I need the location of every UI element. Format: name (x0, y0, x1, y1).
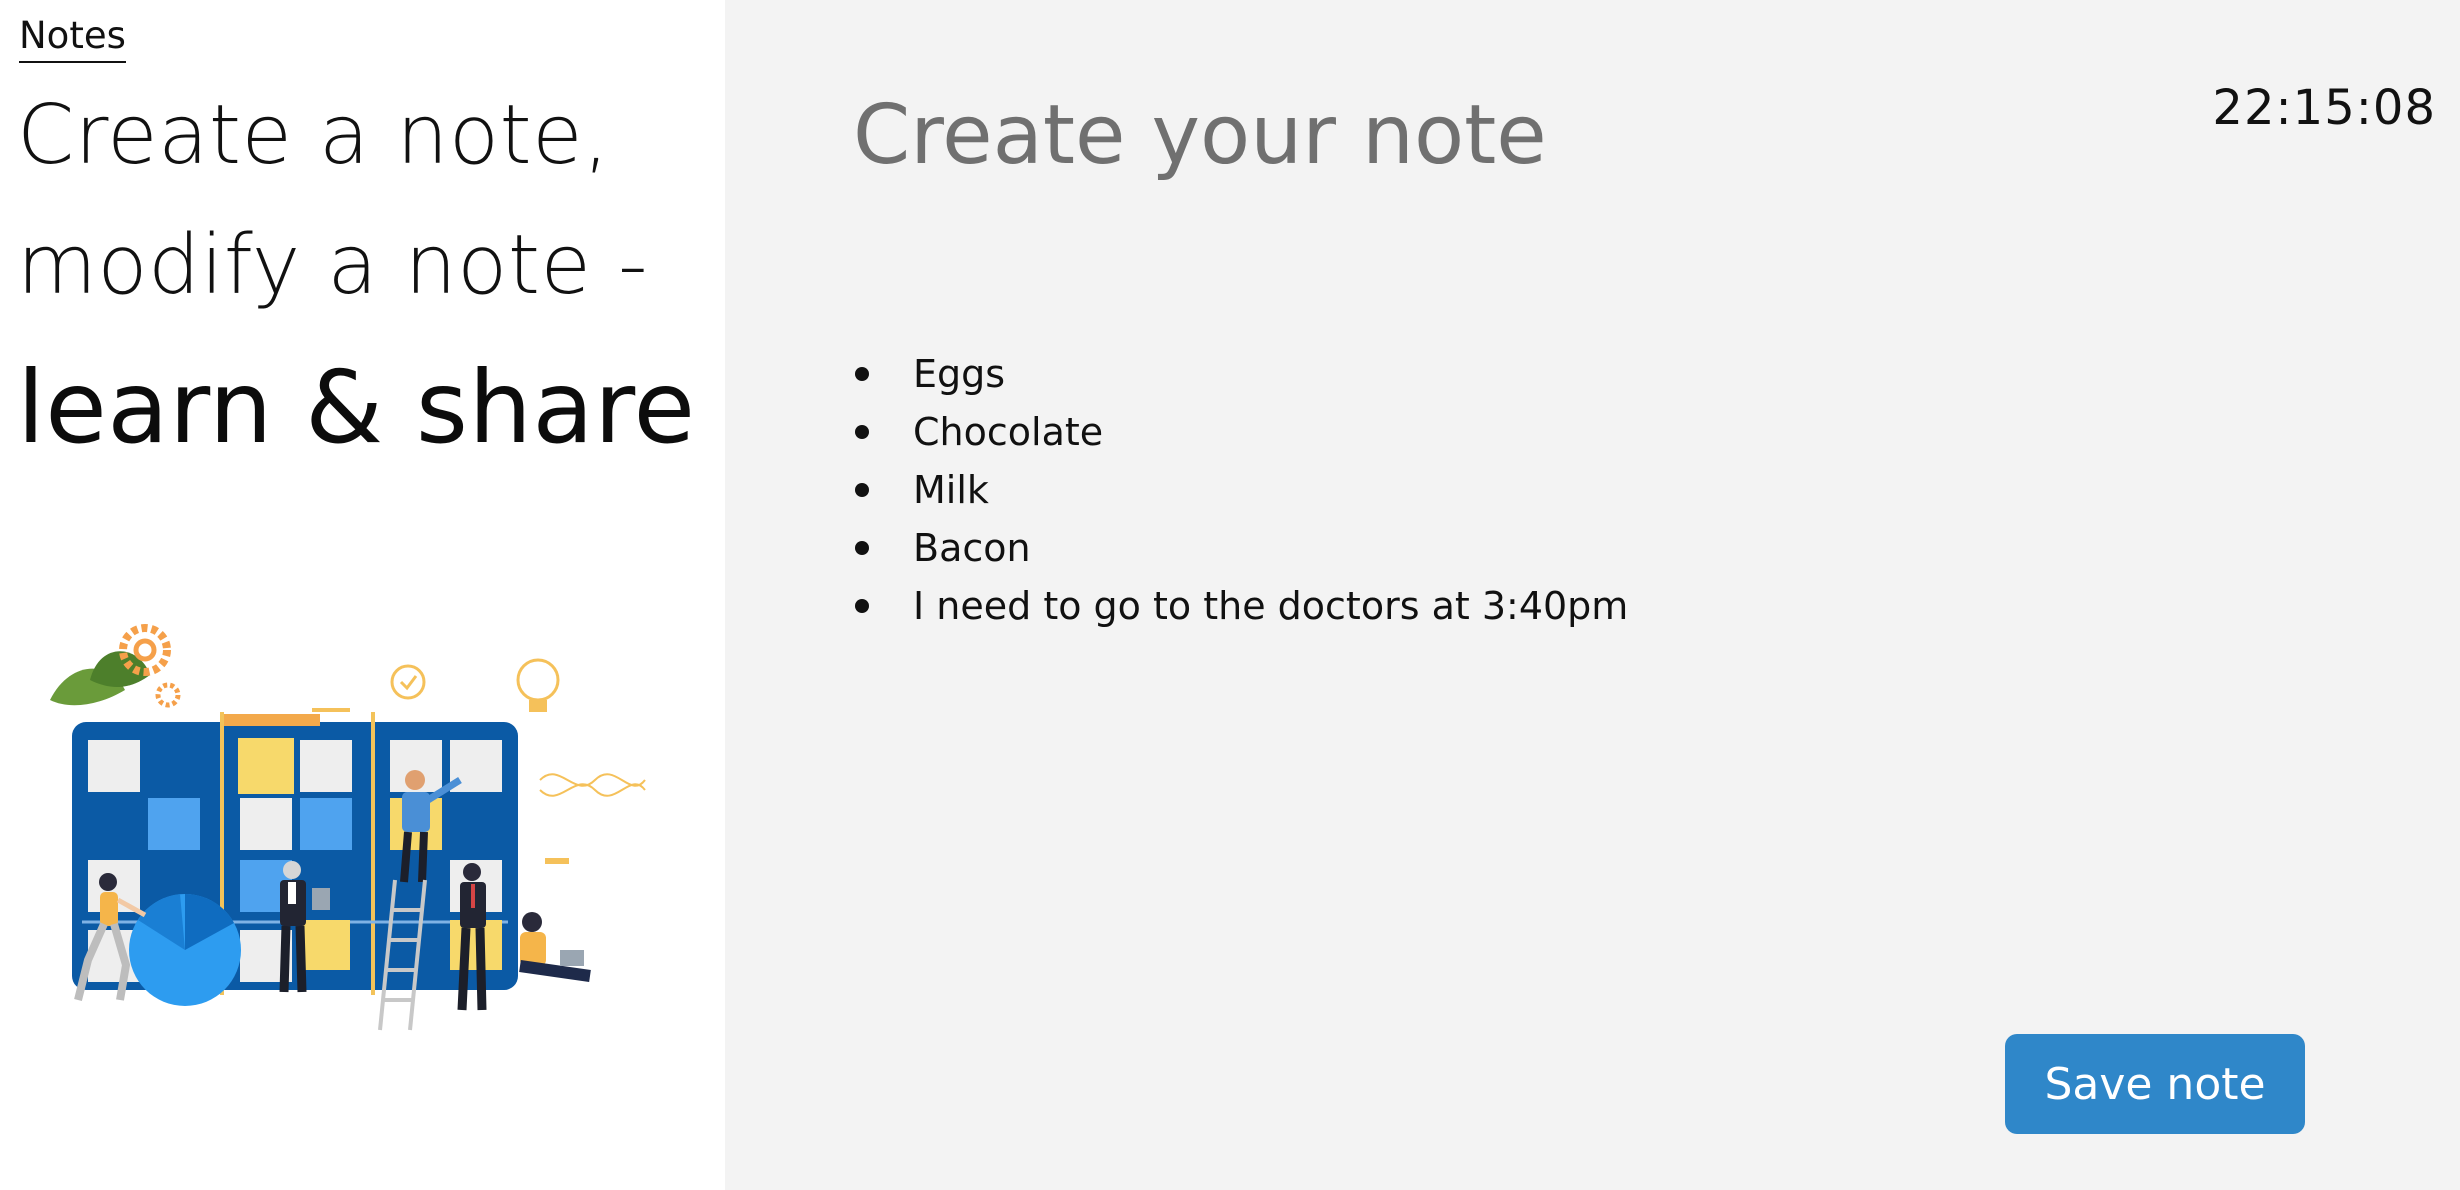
bullet-icon (855, 483, 869, 497)
list-item-text: I need to go to the doctors at 3:40pm (913, 584, 1629, 628)
bullet-icon (855, 425, 869, 439)
hero-line-create: Create a note, (17, 88, 610, 183)
hero-line-modify: modify a note - (17, 218, 649, 313)
hero-line-learn-share: learn & share (17, 349, 696, 466)
bullet-icon (855, 367, 869, 381)
bullet-icon (855, 599, 869, 613)
wave-decoration (539, 773, 646, 787)
list-item-text: Eggs (913, 352, 1006, 396)
intro-panel: Notes Create a note, modify a note - lea… (0, 0, 725, 1190)
notes-nav-link[interactable]: Notes (19, 15, 126, 63)
list-item-text: Bacon (913, 526, 1031, 570)
list-item[interactable]: Milk (853, 461, 1628, 519)
list-item[interactable]: Chocolate (853, 403, 1628, 461)
list-item[interactable]: I need to go to the doctors at 3:40pm (853, 577, 1628, 635)
pie-chart-prop (129, 894, 241, 1006)
list-item-text: Milk (913, 468, 989, 512)
note-editor-panel: 22:15:08 Create your note Eggs Chocolate… (725, 0, 2460, 1190)
leaf-icon (50, 651, 150, 706)
bullet-icon (855, 541, 869, 555)
clock-icon (390, 664, 426, 700)
lightbulb-icon (516, 658, 560, 712)
app-root: Notes Create a note, modify a note - lea… (0, 0, 2460, 1190)
list-item[interactable]: Eggs (853, 345, 1628, 403)
person-sitting-laptop (519, 912, 591, 982)
list-item-text: Chocolate (913, 410, 1104, 454)
team-planning-illustration (50, 624, 646, 1031)
list-item[interactable]: Bacon (853, 519, 1628, 577)
editor-title: Create your note (853, 88, 1547, 183)
save-note-button[interactable]: Save note (2005, 1034, 2305, 1134)
clock-display: 22:15:08 (2212, 80, 2436, 136)
note-content-editor[interactable]: Eggs Chocolate Milk Bacon I need to go t… (853, 345, 1628, 635)
